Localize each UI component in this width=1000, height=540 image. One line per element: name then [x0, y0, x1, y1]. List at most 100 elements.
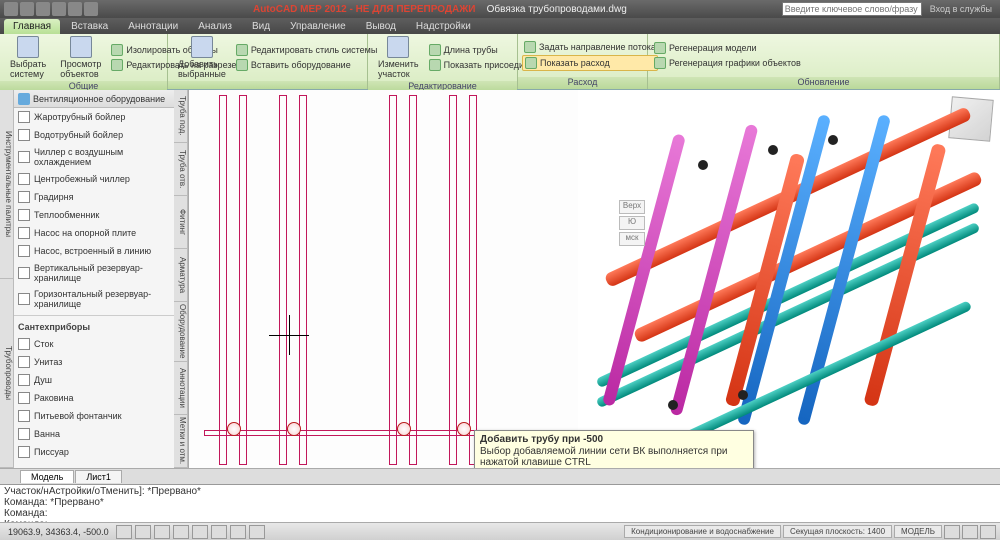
palette-item[interactable]: Питьевой фонтанчик [14, 407, 174, 425]
palette-item[interactable]: Жаротрубный бойлер [14, 108, 174, 126]
app-menu-icon[interactable] [4, 2, 18, 16]
equipment-icon [18, 129, 30, 141]
isolate-icon [111, 44, 123, 56]
panel-update-label: Обновление [648, 77, 999, 89]
qat-undo-icon[interactable] [52, 2, 66, 16]
view-wcs-button[interactable]: мск [619, 232, 645, 246]
layout-tab[interactable]: Лист1 [75, 470, 122, 483]
palette-tab[interactable]: Аннотации [174, 362, 187, 415]
tab-annotate[interactable]: Аннотации [119, 19, 187, 34]
palette-item[interactable]: Градирня [14, 188, 174, 206]
osnap-toggle[interactable] [192, 525, 208, 539]
palette-item[interactable]: Писсуар [14, 443, 174, 461]
set-flow-dir-button[interactable]: Задать направление потока [522, 40, 658, 54]
otrack-toggle[interactable] [211, 525, 227, 539]
far-tab-tool-palettes[interactable]: Инструментальные палитры [0, 90, 13, 279]
status-extra-icon[interactable] [962, 525, 978, 539]
fixture-icon [18, 392, 30, 404]
add-selected-button[interactable]: Добавить выбранные [172, 34, 232, 81]
infocenter-search[interactable] [782, 2, 922, 16]
far-tab-piping[interactable]: Трубопроводы [0, 279, 13, 468]
regen-graphics-icon [654, 57, 666, 69]
view-top-button[interactable]: Верх [619, 200, 645, 214]
palette-tab[interactable]: Арматура [174, 249, 187, 302]
command-window[interactable]: Участок/нАстройки/оТменить]: *Прервано* … [0, 484, 1000, 522]
equipment-icon [18, 227, 30, 239]
snap-toggle[interactable] [116, 525, 132, 539]
separator [14, 315, 174, 316]
edit-style-icon [236, 44, 248, 56]
palette-item[interactable]: Сток [14, 335, 174, 353]
palette-item[interactable]: Душ [14, 371, 174, 389]
palette-item[interactable]: Раковина [14, 389, 174, 407]
fixture-icon [18, 338, 30, 350]
add-selected-icon [191, 36, 213, 58]
qat-open-icon[interactable] [20, 2, 34, 16]
qat-redo-icon[interactable] [68, 2, 82, 16]
ribbon: Выбрать систему Просмотр объектов Изолир… [0, 34, 1000, 90]
tab-insert[interactable]: Вставка [62, 19, 117, 34]
qat-print-icon[interactable] [84, 2, 98, 16]
select-system-button[interactable]: Выбрать систему [4, 34, 52, 81]
cursor-coordinates: 19063.9, 34363.4, -500.0 [4, 527, 113, 537]
status-extra-icon[interactable] [944, 525, 960, 539]
model-tab[interactable]: Модель [20, 470, 74, 483]
status-extra-icon[interactable] [980, 525, 996, 539]
modify-run-icon [387, 36, 409, 58]
palette-tab[interactable]: Фитинг [174, 196, 187, 249]
show-flow-button[interactable]: Показать расход [522, 55, 658, 71]
regen-model-button[interactable]: Регенерация модели [652, 41, 803, 55]
insert-equipment-button[interactable]: Вставить оборудование [234, 58, 379, 72]
palette-item[interactable]: Водотрубный бойлер [14, 126, 174, 144]
palette-tab[interactable]: Метки и отм. [174, 415, 187, 468]
status-cutplane[interactable]: Секущая плоскость: 1400 [783, 525, 892, 538]
palette-item[interactable]: Центробежный чиллер [14, 170, 174, 188]
palette-item[interactable]: Насос на опорной плите [14, 224, 174, 242]
edit-system-style-button[interactable]: Редактировать стиль системы [234, 43, 379, 57]
panel-build-label [168, 81, 367, 89]
regen-graphics-button[interactable]: Регенерация графики объектов [652, 56, 803, 70]
fixture-icon [18, 374, 30, 386]
palette-item[interactable]: Унитаз [14, 353, 174, 371]
dyn-toggle[interactable] [230, 525, 246, 539]
palette-item[interactable]: Теплообменник [14, 206, 174, 224]
tab-analyze[interactable]: Анализ [189, 19, 241, 34]
palette-item[interactable]: Насос, встроенный в линию [14, 242, 174, 260]
ortho-toggle[interactable] [154, 525, 170, 539]
palette-far-tabs: Инструментальные палитры Трубопроводы [0, 90, 14, 468]
view-objects-button[interactable]: Просмотр объектов [54, 34, 107, 81]
palette-item[interactable]: Чиллер с воздушным охлаждением [14, 144, 174, 170]
palette-tab[interactable]: Труба отв. [174, 143, 187, 196]
palette-item[interactable]: Горизонтальный резервуар-хранилище [14, 286, 174, 312]
palette-item[interactable]: Ванна [14, 425, 174, 443]
status-discipline[interactable]: Кондиционирование и водоснабжение [624, 525, 781, 538]
modify-run-button[interactable]: Изменить участок [372, 34, 425, 81]
status-bar: 19063.9, 34363.4, -500.0 Кондиционирован… [0, 522, 1000, 540]
tab-home[interactable]: Главная [4, 19, 60, 34]
command-history-line: Участок/нАстройки/оТменить]: *Прервано* [4, 486, 996, 497]
sign-in-label[interactable]: Вход в службы [930, 4, 992, 14]
palette-category-icon [18, 93, 30, 105]
status-modelspace[interactable]: МОДЕЛЬ [894, 525, 942, 538]
equipment-icon [18, 173, 30, 185]
view-south-button[interactable]: Ю [619, 216, 645, 230]
palette-tab[interactable]: Оборудование [174, 302, 187, 361]
select-system-icon [17, 36, 39, 58]
viewport-2d[interactable] [189, 90, 578, 468]
drawing-canvas[interactable]: Верх Ю мск Добавить трубу при -500 Выбор… [189, 90, 1000, 468]
view-objects-icon [70, 36, 92, 58]
show-flow-icon [525, 57, 537, 69]
viewport-3d[interactable] [578, 90, 1000, 468]
palette-item[interactable]: Вертикальный резервуар-хранилище [14, 260, 174, 286]
quick-access-toolbar [4, 2, 98, 16]
grid-toggle[interactable] [135, 525, 151, 539]
tab-addins[interactable]: Надстройки [407, 19, 480, 34]
fixture-icon [18, 356, 30, 368]
polar-toggle[interactable] [173, 525, 189, 539]
lwt-toggle[interactable] [249, 525, 265, 539]
qat-save-icon[interactable] [36, 2, 50, 16]
tab-manage[interactable]: Управление [281, 19, 355, 34]
palette-tab[interactable]: Труба под. [174, 90, 187, 143]
tab-view[interactable]: Вид [243, 19, 279, 34]
tab-output[interactable]: Вывод [357, 19, 405, 34]
